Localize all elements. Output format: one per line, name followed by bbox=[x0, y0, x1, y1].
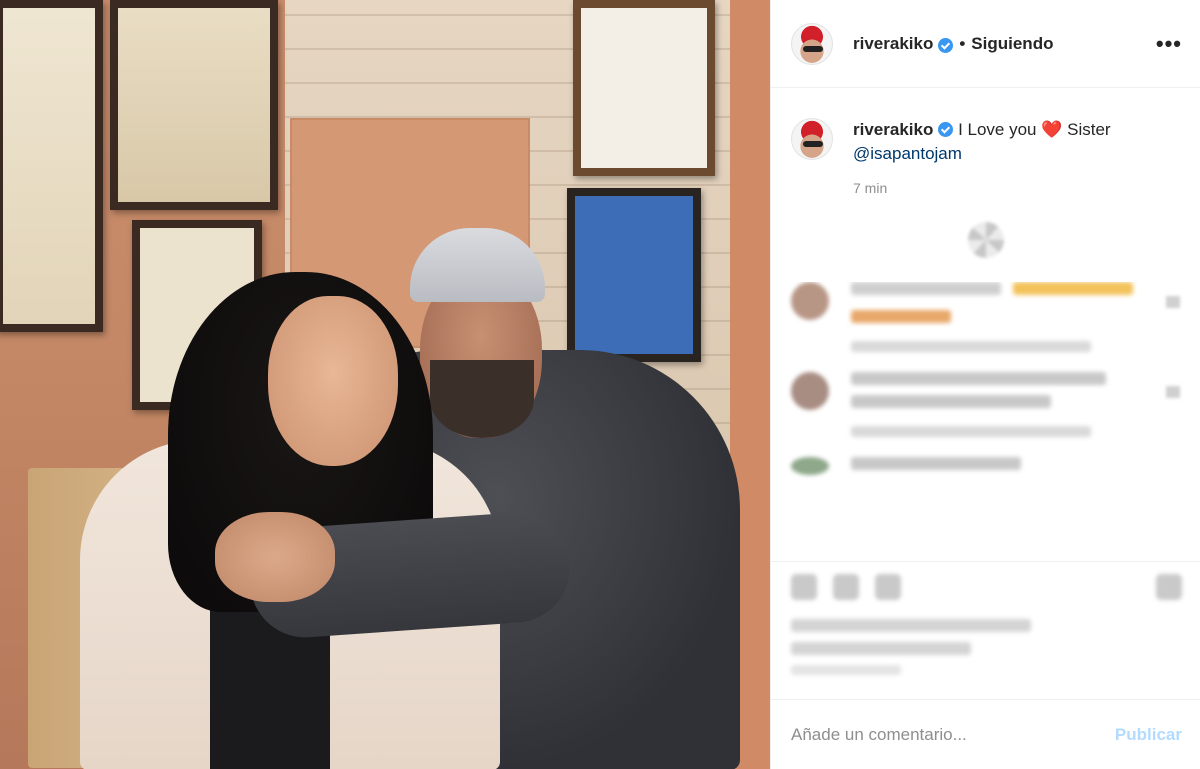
post-side-panel: riverakiko • Siguiendo ••• riverakiko I … bbox=[770, 0, 1200, 769]
add-comment-bar: Publicar bbox=[771, 699, 1200, 769]
caption-body: I Love you bbox=[953, 120, 1042, 139]
loading-spinner-icon bbox=[967, 222, 1004, 258]
comment-item bbox=[791, 457, 1180, 480]
author-username[interactable]: riverakiko bbox=[853, 34, 933, 54]
post-header: riverakiko • Siguiendo ••• bbox=[771, 0, 1200, 88]
caption-avatar[interactable] bbox=[791, 118, 833, 160]
following-button[interactable]: Siguiendo bbox=[971, 34, 1053, 54]
comment-like-icon[interactable] bbox=[1166, 386, 1180, 398]
framed-medal bbox=[567, 188, 701, 362]
woman-face bbox=[268, 296, 398, 466]
publish-button[interactable]: Publicar bbox=[1115, 725, 1182, 745]
like-icon[interactable] bbox=[791, 573, 817, 600]
post-actions bbox=[771, 561, 1200, 611]
heart-emoji: ❤️ bbox=[1041, 120, 1063, 139]
separator-dot: • bbox=[959, 33, 966, 53]
caption-mention-link[interactable]: @isapantojam bbox=[853, 144, 962, 163]
save-icon[interactable] bbox=[1156, 573, 1182, 600]
commenter-avatar[interactable] bbox=[791, 372, 829, 410]
comment-item bbox=[791, 372, 1180, 437]
caption-body-end: Sister bbox=[1062, 120, 1111, 139]
share-icon[interactable] bbox=[875, 573, 901, 600]
comment-input[interactable] bbox=[791, 724, 1115, 745]
comment-like-icon[interactable] bbox=[1166, 296, 1180, 308]
commenter-avatar[interactable] bbox=[791, 457, 829, 475]
comment-icon[interactable] bbox=[833, 573, 859, 600]
verified-badge-icon bbox=[938, 38, 954, 53]
likes-summary bbox=[771, 611, 1200, 685]
framed-document bbox=[110, 0, 278, 210]
author-avatar[interactable] bbox=[791, 22, 833, 65]
post-photo[interactable] bbox=[0, 0, 770, 769]
caption-timestamp: 7 min bbox=[853, 180, 888, 196]
instagram-post: riverakiko • Siguiendo ••• riverakiko I … bbox=[0, 0, 1200, 769]
comment-item bbox=[791, 282, 1180, 352]
commenter-avatar[interactable] bbox=[791, 282, 829, 320]
verified-badge-icon bbox=[938, 122, 954, 137]
caption: riverakiko I Love you ❤️ Sister @isapant… bbox=[771, 88, 1200, 166]
woman-hand bbox=[215, 512, 335, 602]
comments-list bbox=[771, 282, 1200, 561]
more-options-icon[interactable]: ••• bbox=[1156, 31, 1182, 57]
caption-username[interactable]: riverakiko bbox=[853, 120, 933, 139]
man-beard bbox=[430, 360, 534, 438]
framed-poster bbox=[0, 0, 103, 332]
caption-text: riverakiko I Love you ❤️ Sister @isapant… bbox=[853, 118, 1173, 166]
framed-photograph bbox=[573, 0, 715, 176]
